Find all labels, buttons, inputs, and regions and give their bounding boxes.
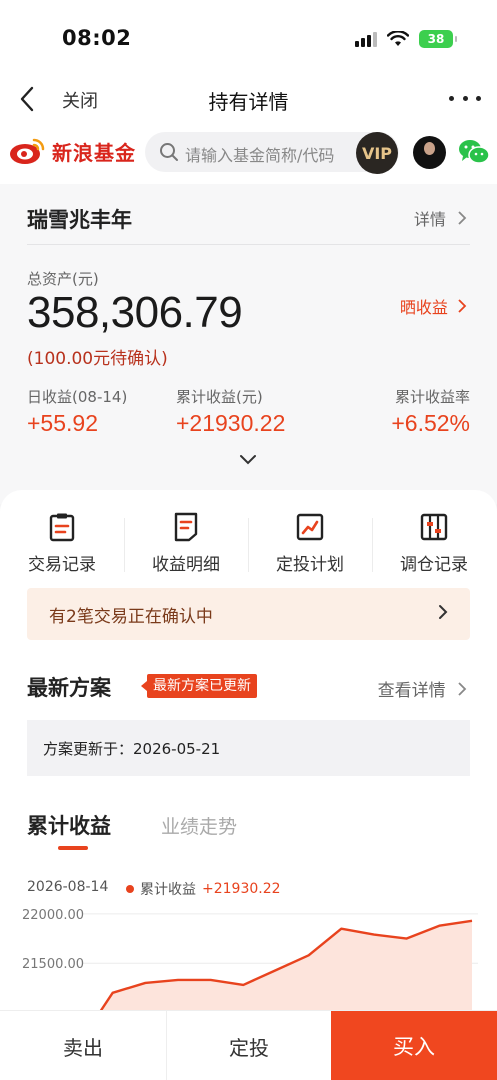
fund-detail-link[interactable]: 详情 bbox=[414, 206, 467, 230]
sina-fund-logo[interactable]: 新浪基金 bbox=[8, 136, 136, 166]
chevron-right-icon bbox=[458, 682, 467, 696]
close-button[interactable]: 关闭 bbox=[62, 87, 98, 113]
sina-eye-icon bbox=[10, 138, 45, 164]
rebalance-records-label: 调仓记录 bbox=[400, 555, 468, 575]
legend-name: 累计收益 bbox=[140, 882, 196, 898]
tab-cumulative-profit[interactable]: 累计收益 bbox=[27, 810, 111, 840]
chevron-down-icon[interactable] bbox=[239, 454, 257, 466]
divider bbox=[27, 244, 470, 245]
plan-detail-link[interactable]: 查看详情 bbox=[378, 676, 467, 701]
plan-info-box: 方案更新于：2026-05-21 bbox=[27, 720, 470, 776]
fund-name: 瑞雪兆丰年 bbox=[27, 208, 132, 232]
y-tick-label: 21500.00 bbox=[22, 957, 84, 972]
cumulative-profit-chart[interactable]: 22000.00 21500.00 bbox=[0, 902, 497, 1010]
legend-value: +21930.22 bbox=[202, 881, 281, 897]
tab-performance-trend[interactable]: 业绩走势 bbox=[161, 812, 237, 839]
series-area bbox=[101, 920, 472, 1010]
buy-button[interactable]: 买入 bbox=[331, 1011, 497, 1080]
pending-trades-text: 有2笔交易正在确认中 bbox=[49, 607, 213, 627]
cumulative-rate-value: +6.52% bbox=[391, 410, 470, 436]
chevron-right-icon bbox=[458, 299, 467, 313]
pending-amount: (100.00元待确认) bbox=[27, 349, 168, 369]
chart-date: 2026-08-14 bbox=[27, 879, 109, 895]
signal-icon bbox=[355, 31, 377, 47]
legend-dot bbox=[126, 885, 134, 893]
search-placeholder: 请输入基金简称/代码 bbox=[185, 146, 335, 165]
trend-chart-icon bbox=[296, 513, 324, 541]
fixed-plan-button[interactable]: 定投计划 bbox=[248, 512, 372, 575]
nav-bar: 关闭 持有详情 bbox=[0, 78, 497, 120]
fund-detail-label: 详情 bbox=[413, 210, 446, 229]
sell-button[interactable]: 卖出 bbox=[0, 1011, 166, 1080]
show-profit-link[interactable]: 晒收益 bbox=[400, 294, 467, 318]
brand-name: 新浪基金 bbox=[52, 140, 136, 165]
daily-profit-value: +55.92 bbox=[27, 410, 98, 436]
chevron-right-icon bbox=[439, 605, 448, 619]
more-dots-icon bbox=[449, 95, 454, 101]
adjust-icon bbox=[420, 513, 448, 541]
profit-details-label: 收益明细 bbox=[152, 555, 220, 575]
vip-button[interactable]: VIP bbox=[356, 132, 398, 174]
brand-bar: 新浪基金 请输入基金简称/代码 VIP bbox=[0, 120, 497, 184]
plan-updated-badge: 最新方案已更新 bbox=[141, 674, 257, 698]
status-icons: 38 bbox=[355, 30, 457, 48]
chevron-left-icon bbox=[20, 86, 34, 112]
plan-updated-text: 方案更新于：2026-05-21 bbox=[43, 740, 221, 758]
fixed-invest-button[interactable]: 定投 bbox=[166, 1011, 331, 1080]
fixed-plan-label: 定投计划 bbox=[276, 555, 344, 575]
profit-details-button[interactable]: 收益明细 bbox=[124, 512, 248, 575]
fund-summary-card: 瑞雪兆丰年 详情 总资产(元) 358,306.79 晒收益 (100.00元待… bbox=[0, 184, 497, 504]
cumulative-profit-label: 累计收益(元) bbox=[176, 388, 263, 406]
page-title: 持有详情 bbox=[208, 90, 289, 114]
pending-trades-banner[interactable]: 有2笔交易正在确认中 bbox=[27, 588, 470, 640]
bottom-action-bar: 卖出 定投 买入 bbox=[0, 1010, 497, 1080]
status-bar: 08:02 38 bbox=[0, 0, 497, 78]
cumulative-profit-value: +21930.22 bbox=[176, 410, 286, 436]
wifi-icon bbox=[387, 31, 409, 46]
plan-title: 最新方案 bbox=[27, 676, 111, 700]
avatar[interactable] bbox=[413, 136, 446, 169]
total-asset-value: 358,306.79 bbox=[27, 288, 243, 337]
total-asset-label: 总资产(元) bbox=[27, 270, 99, 288]
chevron-right-icon bbox=[458, 211, 467, 225]
tab-underline bbox=[58, 846, 88, 850]
search-icon bbox=[160, 143, 178, 161]
trade-records-button[interactable]: 交易记录 bbox=[0, 512, 124, 575]
chart-legend: 累计收益 +21930.22 bbox=[126, 879, 281, 899]
status-time: 08:02 bbox=[62, 26, 132, 50]
daily-profit-label: 日收益(08-14) bbox=[27, 388, 128, 406]
y-tick-label: 22000.00 bbox=[22, 908, 84, 923]
rebalance-records-button[interactable]: 调仓记录 bbox=[372, 512, 496, 575]
wechat-icon[interactable] bbox=[458, 138, 490, 166]
clipboard-icon bbox=[49, 513, 75, 542]
trade-records-label: 交易记录 bbox=[28, 555, 96, 575]
plan-detail-label: 查看详情 bbox=[377, 681, 446, 701]
show-profit-label: 晒收益 bbox=[399, 298, 448, 317]
actions-card: 交易记录 收益明细 定投计划 调仓记录 有2笔交易正在确认中 最新方案 最新方案… bbox=[0, 490, 497, 1010]
battery-indicator: 38 bbox=[419, 30, 457, 48]
document-icon bbox=[174, 512, 198, 542]
cumulative-rate-label: 累计收益率 bbox=[394, 388, 470, 406]
back-button[interactable] bbox=[12, 82, 42, 116]
more-menu-button[interactable] bbox=[449, 88, 481, 108]
